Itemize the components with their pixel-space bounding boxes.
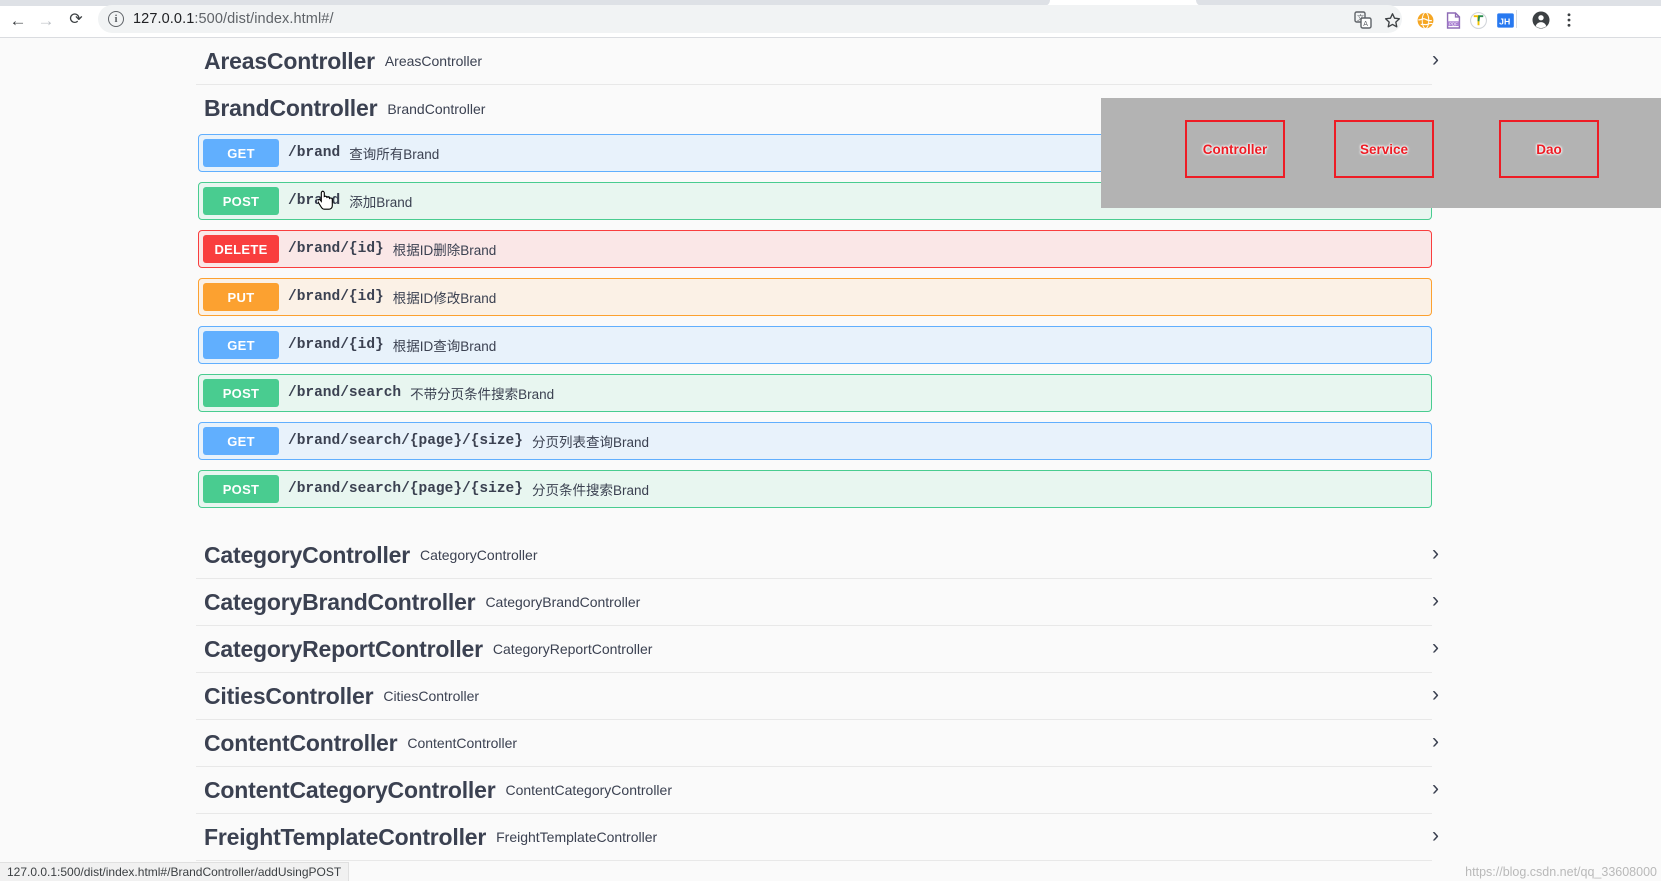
browser-chrome: ← → ⟳ i 127.0.0.1:500/dist/index.html#/ … — [0, 0, 1661, 38]
tag-name: AreasController — [204, 47, 375, 74]
operation-summary: 分页条件搜索Brand — [531, 483, 649, 498]
address-bar[interactable]: i 127.0.0.1:500/dist/index.html#/ — [98, 5, 1402, 33]
operation-path: /brand/search/{page}/{size} — [288, 433, 523, 449]
operation-method-badge: POST — [203, 475, 279, 503]
operation-path: /brand — [288, 145, 341, 161]
chevron-right-icon[interactable]: › — [1432, 825, 1439, 846]
operation-method-badge: POST — [203, 379, 279, 407]
tag-row[interactable]: CategoryController CategoryController › — [196, 532, 1439, 579]
operation-method-badge: GET — [203, 139, 279, 167]
operation-path: /brand/{id} — [288, 337, 384, 353]
tag-name: CategoryReportController — [204, 635, 483, 662]
operation-summary: 分页列表查询Brand — [531, 435, 649, 450]
chevron-right-icon[interactable]: › — [1432, 684, 1439, 705]
chevron-right-icon[interactable]: › — [1432, 731, 1439, 752]
tag-description: BrandController — [387, 100, 486, 117]
tag-description: ContentCategoryController — [505, 782, 672, 798]
tag-description: ContentController — [407, 735, 518, 751]
operation-summary: 根据ID查询Brand — [392, 339, 497, 354]
chevron-right-icon[interactable]: › — [1432, 778, 1439, 799]
chevron-right-icon[interactable]: › — [1432, 637, 1439, 658]
operation-path: /brand/search — [288, 385, 402, 401]
address-bar-text: 127.0.0.1:500/dist/index.html#/ — [133, 11, 334, 27]
annotation-overlay: Controller Service Dao — [1101, 98, 1661, 208]
translate-icon[interactable]: 文 A — [1350, 7, 1376, 33]
url-path: :500/dist/index.html#/ — [194, 11, 334, 27]
status-bar-text: 127.0.0.1:500/dist/index.html#/BrandCont… — [7, 865, 342, 879]
tag-row[interactable]: CitiesController CitiesController › — [196, 673, 1439, 720]
tag-description: CategoryController — [419, 547, 538, 563]
operation-summary: 不带分页条件搜索Brand — [410, 387, 555, 402]
extension-globe-icon[interactable] — [1412, 7, 1438, 33]
chevron-right-icon[interactable]: › — [1432, 590, 1439, 611]
forward-icon[interactable]: → — [32, 6, 60, 34]
operation-summary: 根据ID修改Brand — [392, 291, 497, 306]
operation-row[interactable]: DELETE/brand/{id} 根据ID删除Brand — [198, 230, 1432, 268]
tag-description: CitiesController — [383, 688, 480, 704]
operation-row[interactable]: GET/brand/{id} 根据ID查询Brand — [198, 326, 1432, 364]
annotation-label-service: Service — [1359, 141, 1409, 157]
annotation-label-dao: Dao — [1536, 141, 1562, 157]
tag-name: FreightTemplateController — [204, 823, 487, 850]
back-icon[interactable]: ← — [4, 6, 32, 34]
operation-path: /brand/{id} — [288, 241, 384, 257]
operation-summary: 根据ID删除Brand — [392, 243, 497, 258]
svg-text:PDF: PDF — [1449, 21, 1458, 26]
tag-name: CategoryController — [204, 541, 410, 568]
annotation-label-controller: Controller — [1202, 141, 1268, 157]
tag-name: ContentCategoryController — [204, 776, 496, 803]
operation-path: /brand/{id} — [288, 289, 384, 305]
url-host: 127.0.0.1 — [133, 11, 195, 27]
operation-method-badge: POST — [203, 187, 279, 215]
tag-row[interactable]: CategoryReportController CategoryReportCo… — [196, 626, 1439, 673]
operation-row[interactable]: PUT/brand/{id} 根据ID修改Brand — [198, 278, 1432, 316]
toolbar-divider — [1516, 10, 1517, 28]
tag-row[interactable]: CategoryBrandController CategoryBrandCont… — [196, 579, 1439, 626]
tag-description: FreightTemplateController — [496, 829, 658, 845]
tag-name: CategoryBrandController — [204, 588, 476, 615]
operation-row[interactable]: POST/brand/search 不带分页条件搜索Brand — [198, 374, 1432, 412]
operation-summary: 添加Brand — [349, 195, 413, 210]
operation-row[interactable]: GET/brand/search/{page}/{size} 分页列表查询Bran… — [198, 422, 1432, 460]
chevron-right-icon[interactable]: › — [1432, 49, 1439, 70]
operation-path: /brand — [288, 193, 341, 209]
operation-path: /brand/search/{page}/{size} — [288, 481, 523, 497]
status-bar: 127.0.0.1:500/dist/index.html#/BrandCont… — [0, 862, 350, 881]
tag-row[interactable]: FreightTemplateController FreightTemplate… — [196, 814, 1439, 861]
annotation-box-service: Service — [1334, 120, 1434, 178]
operation-method-badge: GET — [203, 331, 279, 359]
operation-summary: 查询所有Brand — [349, 147, 440, 162]
operation-method-badge: DELETE — [203, 235, 279, 263]
chrome-menu-icon[interactable] — [1556, 7, 1582, 33]
tag-name: CitiesController — [204, 682, 374, 709]
tag-row[interactable]: ContentCategoryController ContentCategory… — [196, 767, 1439, 814]
page-viewport: AreasController AreasController › BrandCont… — [0, 38, 1661, 881]
tag-name: ContentController — [204, 729, 398, 756]
extension-pdf-icon[interactable]: PDF — [1440, 7, 1466, 33]
svg-text:A: A — [1363, 21, 1368, 28]
annotation-box-controller: Controller — [1185, 120, 1285, 178]
tag-row[interactable]: AreasController AreasController › — [196, 38, 1439, 85]
svg-text:JH: JH — [1499, 16, 1510, 26]
extension-jh-icon[interactable]: JH — [1492, 7, 1518, 33]
tag-description: AreasController — [384, 53, 483, 69]
tag-row[interactable]: ContentController ContentController › — [196, 720, 1439, 767]
operation-row[interactable]: POST/brand/search/{page}/{size} 分页条件搜索Bra… — [198, 470, 1432, 508]
extension-funnel-icon[interactable] — [1465, 7, 1491, 33]
operation-method-badge: PUT — [203, 283, 279, 311]
tag-name: BrandController — [204, 95, 378, 121]
operation-method-badge: GET — [203, 427, 279, 455]
tag-description: CategoryBrandController — [485, 594, 641, 610]
bookmark-star-icon[interactable] — [1379, 7, 1405, 33]
watermark: https://blog.csdn.net/qq_33608000 — [1465, 865, 1657, 879]
site-info-icon[interactable]: i — [108, 11, 124, 27]
annotation-box-dao: Dao — [1499, 120, 1599, 178]
profile-avatar-icon[interactable] — [1528, 7, 1554, 33]
tag-description: CategoryReportController — [492, 641, 653, 657]
reload-icon[interactable]: ⟳ — [62, 6, 90, 34]
chevron-right-icon[interactable]: › — [1432, 543, 1439, 564]
